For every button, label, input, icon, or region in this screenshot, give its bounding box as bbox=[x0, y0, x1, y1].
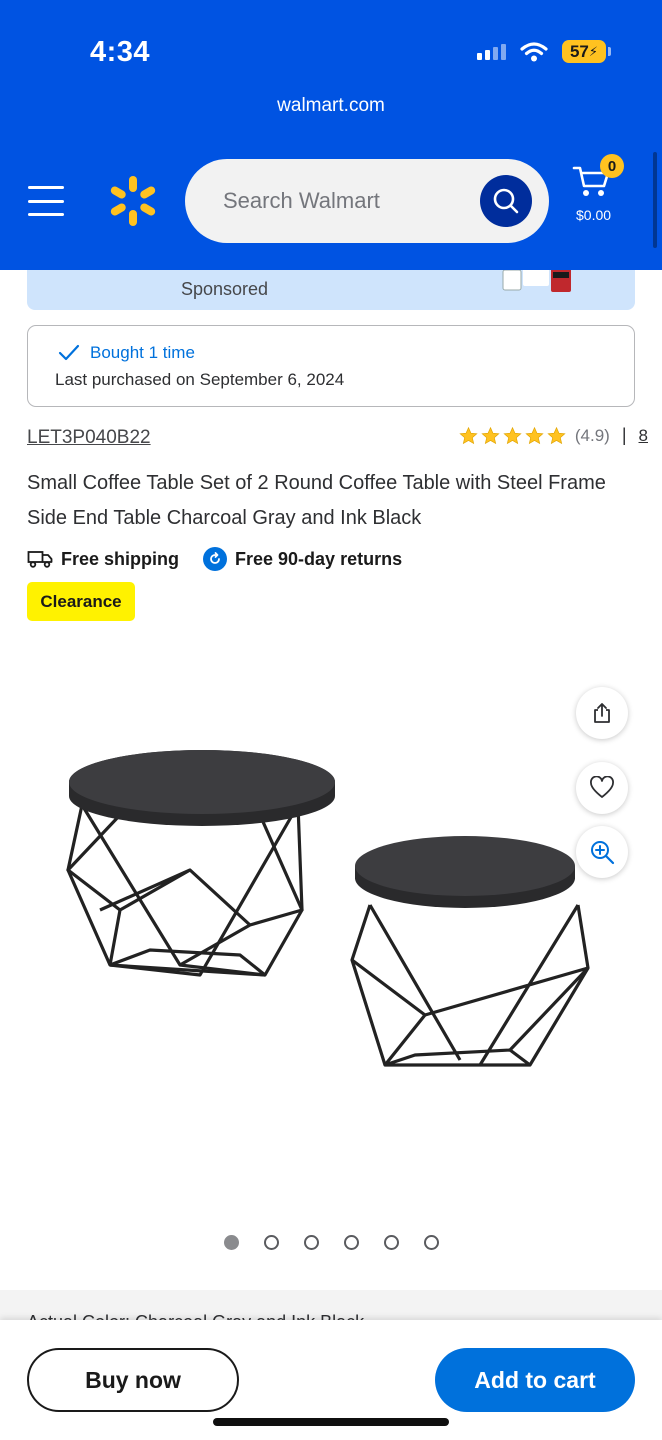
rating-separator: | bbox=[621, 425, 627, 445]
scrollbar[interactable] bbox=[653, 152, 657, 248]
carousel-dot[interactable] bbox=[384, 1235, 399, 1250]
product-perks: Free shipping Free 90-day returns bbox=[27, 547, 426, 571]
bought-count-row: Bought 1 time bbox=[58, 343, 195, 363]
status-time: 4:34 bbox=[90, 36, 151, 68]
add-to-cart-button[interactable]: Add to cart bbox=[435, 1348, 635, 1412]
check-icon bbox=[58, 344, 80, 361]
free-returns-label: Free 90-day returns bbox=[235, 548, 403, 569]
buy-now-button[interactable]: Buy now bbox=[27, 1348, 239, 1412]
star-icon bbox=[525, 426, 544, 444]
favorite-button[interactable] bbox=[576, 762, 628, 814]
battery-indicator: 57 ⚡ bbox=[562, 40, 611, 63]
image-carousel-dots bbox=[224, 1235, 439, 1250]
share-button[interactable] bbox=[576, 687, 628, 739]
star-rating bbox=[458, 426, 567, 446]
clearance-badge: Clearance bbox=[27, 582, 135, 621]
truck-icon bbox=[27, 551, 53, 568]
wifi-icon bbox=[520, 41, 548, 61]
bought-count: Bought 1 time bbox=[90, 343, 195, 362]
cellular-signal-icon bbox=[477, 43, 506, 60]
zoom-button[interactable] bbox=[576, 826, 628, 878]
bottom-action-bar: Buy now Add to cart bbox=[0, 1320, 662, 1440]
star-icon bbox=[481, 426, 500, 444]
sponsored-label: Sponsored bbox=[181, 279, 269, 299]
site-header: 4:34 57 ⚡ walmart.com Search Walmart 0 $… bbox=[0, 0, 662, 270]
star-icon bbox=[547, 426, 566, 444]
rating-summary[interactable]: (4.9) | 8 bbox=[458, 425, 648, 446]
cart-button[interactable]: 0 $0.00 bbox=[572, 154, 642, 230]
returns-icon bbox=[203, 547, 228, 571]
star-icon bbox=[459, 426, 478, 444]
status-icons: 57 ⚡ bbox=[477, 40, 611, 63]
star-icon bbox=[503, 426, 522, 444]
search-button[interactable] bbox=[480, 175, 532, 227]
heart-icon bbox=[590, 776, 614, 798]
cart-total: $0.00 bbox=[576, 207, 612, 223]
product-image[interactable] bbox=[40, 720, 600, 1120]
carousel-dot[interactable] bbox=[224, 1235, 239, 1250]
rating-value: (4.9) bbox=[574, 425, 610, 445]
free-shipping-label: Free shipping bbox=[61, 548, 180, 569]
battery-level: 57 bbox=[569, 41, 589, 61]
free-shipping-perk: Free shipping bbox=[27, 549, 179, 570]
last-purchased-date: Last purchased on September 6, 2024 bbox=[55, 370, 345, 389]
cart-count-badge: 0 bbox=[600, 154, 624, 178]
browser-url[interactable]: walmart.com bbox=[0, 95, 662, 117]
free-returns-perk: Free 90-day returns bbox=[203, 547, 402, 571]
product-title: Small Coffee Table Set of 2 Round Coffee… bbox=[27, 472, 606, 529]
menu-icon[interactable] bbox=[28, 186, 64, 216]
search-icon bbox=[493, 188, 519, 214]
share-icon bbox=[594, 703, 610, 723]
spark-logo-icon[interactable] bbox=[106, 174, 160, 228]
carousel-dot[interactable] bbox=[424, 1235, 439, 1250]
carousel-dot[interactable] bbox=[264, 1235, 279, 1250]
home-indicator[interactable] bbox=[213, 1418, 449, 1426]
search-bar bbox=[185, 159, 549, 243]
carousel-dot[interactable] bbox=[344, 1235, 359, 1250]
carousel-dot[interactable] bbox=[304, 1235, 319, 1250]
search-input[interactable] bbox=[223, 188, 463, 214]
purchase-history-box: Bought 1 time Last purchased on Septembe… bbox=[27, 325, 635, 407]
review-count-link[interactable]: 8 bbox=[639, 426, 648, 446]
product-sku[interactable]: LET3P040B22 bbox=[27, 427, 151, 449]
zoom-in-icon bbox=[591, 841, 615, 865]
